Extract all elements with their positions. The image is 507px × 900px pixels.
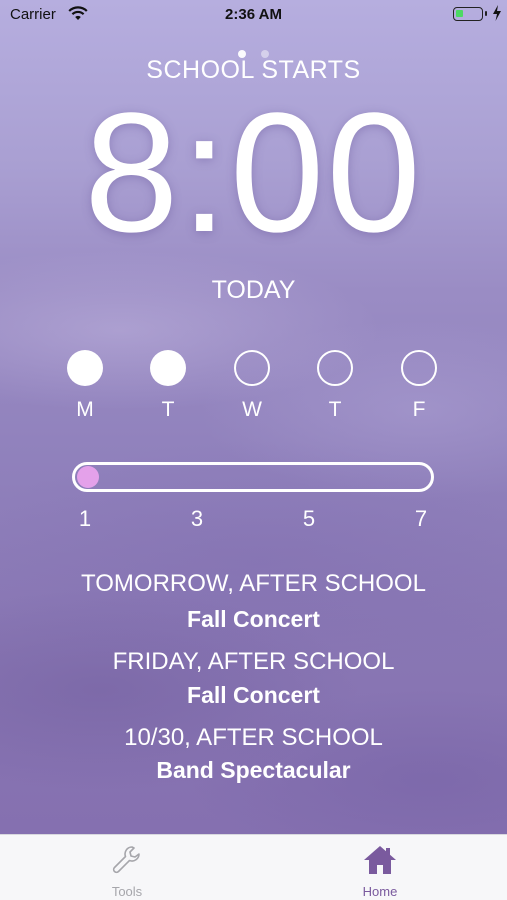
day-letter: M <box>76 398 94 421</box>
start-time: 8:00 <box>84 78 423 268</box>
tab-bar: Tools Home <box>0 834 507 900</box>
slider-tick-label: 3 <box>190 506 204 531</box>
slider-tick-label: 5 <box>302 506 316 531</box>
day-thursday[interactable]: T <box>315 350 355 422</box>
tab-tools[interactable]: Tools <box>67 843 187 899</box>
day-indicator <box>401 350 437 386</box>
event-3-when: 10/30, AFTER SCHOOL <box>124 724 383 751</box>
event-2-name[interactable]: Fall Concert <box>0 682 507 709</box>
status-time: 2:36 AM <box>225 6 282 23</box>
day-monday[interactable]: M <box>65 350 105 422</box>
tab-label: Home <box>362 884 398 899</box>
slider-tick-labels: 1 3 5 7 <box>0 506 507 536</box>
battery-level <box>456 10 463 17</box>
slider-knob[interactable] <box>77 466 99 488</box>
day-letter: T <box>328 398 342 421</box>
day-letter: W <box>242 398 262 421</box>
day-range-slider[interactable] <box>72 462 434 492</box>
day-indicator <box>317 350 353 386</box>
tab-label: Tools <box>111 884 143 899</box>
charging-bolt-icon <box>492 5 502 25</box>
home-icon <box>320 843 440 877</box>
day-indicator <box>150 350 186 386</box>
event-1-name[interactable]: Fall Concert <box>0 606 507 633</box>
event-2-when: FRIDAY, AFTER SCHOOL <box>112 648 395 675</box>
tab-home[interactable]: Home <box>320 843 440 899</box>
day-indicator <box>67 350 103 386</box>
day-label: TODAY <box>211 276 296 304</box>
slider-tick-label: 7 <box>414 506 428 531</box>
slider-tick-label: 1 <box>78 506 92 531</box>
day-tuesday[interactable]: T <box>148 350 188 422</box>
day-letter: F <box>412 398 426 421</box>
day-letter: T <box>161 398 175 421</box>
day-friday[interactable]: F <box>399 350 439 422</box>
status-bar: Carrier 2:36 AM <box>0 0 507 30</box>
day-wednesday[interactable]: W <box>232 350 272 422</box>
day-indicator <box>234 350 270 386</box>
home-screen: Carrier 2:36 AM SCHOOL STARTS 8:00 TODAY… <box>0 0 507 834</box>
wrench-icon <box>67 843 187 877</box>
event-1-when: TOMORROW, AFTER SCHOOL <box>81 570 426 597</box>
event-3-name[interactable]: Band Spectacular <box>0 757 507 784</box>
battery-icon <box>453 7 487 21</box>
